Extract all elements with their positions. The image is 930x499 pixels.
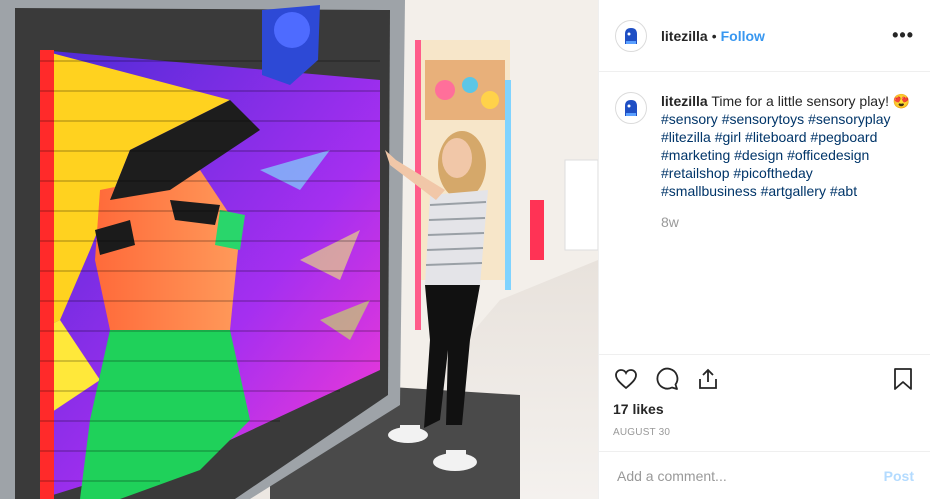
litezilla-logo-icon (625, 100, 637, 116)
litezilla-logo-icon (625, 27, 637, 44)
caption-text: litezilla Time for a little sensory play… (661, 92, 911, 231)
like-icon[interactable] (613, 366, 639, 392)
share-icon[interactable] (695, 366, 721, 392)
photo-illustration (0, 0, 598, 499)
action-icons (613, 365, 916, 393)
follow-button[interactable]: Follow (721, 28, 765, 44)
post-photo[interactable] (0, 0, 598, 499)
time-ago[interactable]: 8w (661, 213, 911, 231)
post-date: AUGUST 30 (613, 427, 671, 438)
separator-dot: • (711, 27, 717, 44)
avatar[interactable] (615, 19, 647, 52)
post-actions: 17 likes AUGUST 30 (599, 354, 930, 438)
heart-eyes-emoji: 😍 (892, 93, 911, 109)
caption: litezilla Time for a little sensory play… (599, 72, 930, 231)
caption-username[interactable]: litezilla (661, 93, 708, 109)
caption-body: Time for a little sensory play! (711, 93, 889, 109)
instagram-post: litezilla • Follow ••• litezilla Time fo… (0, 0, 930, 499)
likes-count[interactable]: 17 likes (613, 401, 916, 417)
post-header: litezilla • Follow ••• (599, 0, 930, 72)
hashtag-links[interactable]: #sensory #sensorytoys #sensoryplay #lite… (661, 111, 891, 199)
post-sidebar: litezilla • Follow ••• litezilla Time fo… (598, 0, 930, 499)
bookmark-icon[interactable] (890, 366, 916, 392)
username[interactable]: litezilla (661, 28, 708, 44)
caption-avatar[interactable] (615, 92, 647, 124)
comment-icon[interactable] (654, 366, 680, 392)
post-button[interactable]: Post (884, 468, 914, 484)
comment-bar: Post (599, 451, 930, 499)
hashtags: #sensory #sensorytoys #sensoryplay #lite… (661, 110, 911, 200)
comment-input[interactable] (615, 466, 884, 485)
more-options-icon[interactable]: ••• (892, 25, 914, 46)
